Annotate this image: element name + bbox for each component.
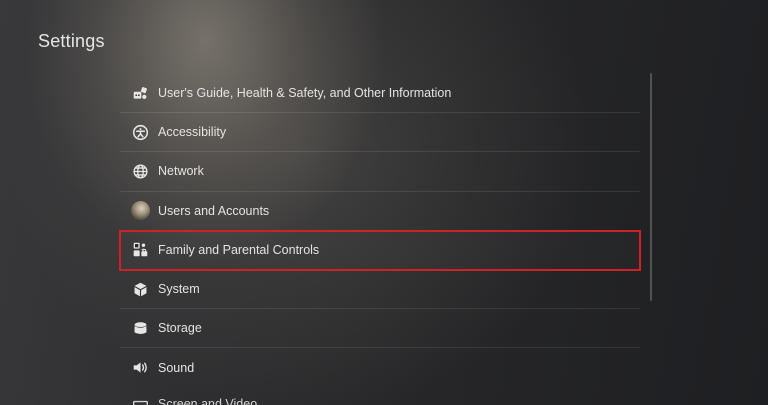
scrollbar[interactable] [650, 73, 652, 301]
menu-item-label: Sound [158, 360, 195, 375]
menu-item-label: Screen and Video [158, 397, 258, 405]
menu-item-storage[interactable]: Storage [120, 309, 640, 349]
guide-icon [130, 83, 150, 103]
menu-item-users-accounts[interactable]: Users and Accounts [120, 192, 640, 231]
menu-item-users-guide[interactable]: User's Guide, Health & Safety, and Other… [120, 74, 640, 114]
menu-item-accessibility[interactable]: Accessibility [120, 113, 640, 153]
menu-item-label: Accessibility [158, 125, 227, 140]
menu-item-screen-video[interactable]: Screen and Video [130, 397, 257, 405]
page-title: Settings [38, 31, 105, 51]
menu-item-label: User's Guide, Health & Safety, and Other… [158, 86, 452, 101]
menu-item-label: Storage [158, 321, 202, 336]
menu-item-system[interactable]: System [120, 270, 640, 310]
menu-item-family-parental-controls[interactable]: Family and Parental Controls [119, 229, 641, 271]
menu-item-label: Users and Accounts [158, 203, 270, 218]
globe-icon [130, 161, 150, 181]
menu-item-label: Network [158, 164, 204, 179]
menu-item-label: Family and Parental Controls [158, 242, 320, 257]
menu-item-sound[interactable]: Sound [120, 348, 640, 387]
monitor-icon [130, 397, 150, 405]
settings-screen: Settings User's Guide, Health & Safety, … [0, 0, 768, 405]
settings-menu: User's Guide, Health & Safety, and Other… [119, 74, 641, 388]
storage-icon [130, 318, 150, 338]
family-controls-icon [130, 240, 150, 260]
cube-icon [130, 279, 150, 299]
speaker-icon [130, 358, 150, 378]
user-avatar [130, 201, 150, 221]
accessibility-icon [130, 122, 150, 142]
menu-item-label: System [158, 282, 200, 297]
menu-item-network[interactable]: Network [120, 152, 640, 192]
